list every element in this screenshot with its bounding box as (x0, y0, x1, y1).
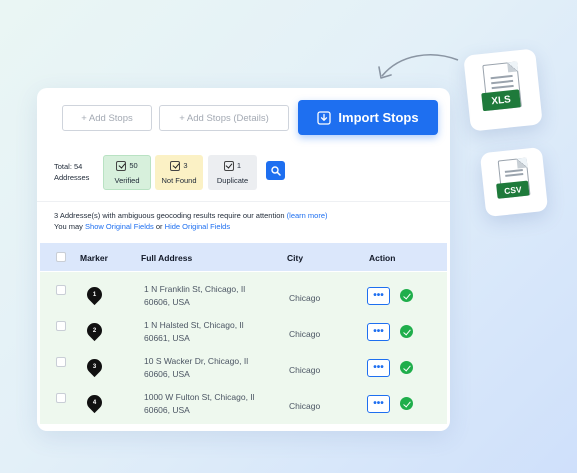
marker-pin-icon: 1 (83, 283, 106, 306)
show-original-fields-link[interactable]: Show Original Fields (85, 222, 154, 231)
marker-pin-icon: 4 (83, 391, 106, 414)
import-stops-label: Import Stops (338, 110, 419, 125)
search-icon (270, 165, 281, 176)
add-stops-details-button[interactable]: + Add Stops (Details) (159, 105, 289, 131)
duplicate-filter-chip[interactable]: 1 Duplicate (208, 155, 257, 190)
row-checkbox[interactable] (56, 357, 66, 367)
address-header: Full Address (141, 253, 193, 263)
stops-table: Marker Full Address City Action 1 1 N Fr… (37, 243, 450, 431)
marker-pin-icon: 2 (83, 319, 106, 342)
verified-label: Verified (114, 175, 140, 185)
notice-or: or (155, 222, 163, 231)
import-stops-button[interactable]: Import Stops (298, 100, 438, 135)
table-row: 2 1 N Halsted St, Chicago, Il 60661, USA … (40, 308, 447, 344)
checkbox-icon (170, 160, 181, 171)
csv-badge: CSV (496, 180, 530, 199)
more-actions-button[interactable]: ••• (367, 287, 390, 305)
verified-check-icon (400, 325, 413, 338)
action-header: Action (369, 253, 396, 263)
verified-check-icon (400, 361, 413, 374)
table-row: 4 1000 W Fulton St, Chicago, Il 60606, US… (40, 380, 447, 416)
checkbox-icon (116, 160, 127, 171)
hide-original-fields-link[interactable]: Hide Original Fields (165, 222, 230, 231)
summary-bar: Total: 54 Addresses 50 Verified 3 Not Fo… (37, 148, 450, 202)
checkbox-icon (223, 160, 234, 171)
city: Chicago (289, 401, 321, 411)
total-label-text: Addresses (54, 173, 90, 182)
toolbar: + Add Stops + Add Stops (Details) Import… (37, 88, 450, 146)
search-button[interactable] (266, 161, 285, 180)
city: Chicago (289, 365, 321, 375)
not-found-label: Not Found (161, 175, 197, 185)
marker-header: Marker (80, 253, 108, 263)
duplicate-count: 1 (236, 161, 242, 170)
total-count-text: Total: 54 (54, 162, 83, 171)
table-body: 1 1 N Franklin St, Chicago, Il 60606, USA… (40, 272, 447, 424)
not-found-count: 3 (183, 161, 188, 170)
total-addresses: Total: 54 Addresses (54, 161, 104, 183)
city-header: City (287, 253, 304, 263)
xls-badge: XLS (481, 89, 521, 112)
row-checkbox[interactable] (56, 393, 66, 403)
verified-filter-chip[interactable]: 50 Verified (103, 155, 151, 190)
row-checkbox[interactable] (56, 321, 66, 331)
curved-arrow-icon (378, 54, 459, 79)
table-row: 1 1 N Franklin St, Chicago, Il 60606, USA… (40, 272, 447, 308)
xls-file-card: XLS (463, 48, 543, 132)
table-row: 3 10 S Wacker Dr, Chicago, Il 60606, USA … (40, 344, 447, 380)
marker-pin-icon: 3 (83, 355, 106, 378)
learn-more-link[interactable]: (learn more) (287, 211, 328, 220)
geocoding-notice: 3 Addresse(s) with ambiguous geocoding r… (54, 210, 328, 232)
verified-check-icon (400, 397, 413, 410)
notice-text: 3 Addresse(s) with ambiguous geocoding r… (54, 211, 285, 220)
city: Chicago (289, 329, 321, 339)
verified-check-icon (400, 289, 413, 302)
import-icon (317, 110, 332, 125)
duplicate-label: Duplicate (216, 175, 249, 185)
verified-count: 50 (129, 161, 138, 170)
full-address: 1 N Halsted St, Chicago, Il 60661, USA (144, 320, 244, 343)
more-actions-button[interactable]: ••• (367, 323, 390, 341)
import-panel: + Add Stops + Add Stops (Details) Import… (37, 88, 450, 431)
more-actions-button[interactable]: ••• (367, 395, 390, 413)
select-all-checkbox[interactable] (56, 252, 66, 262)
csv-file-card: CSV (479, 146, 549, 218)
full-address: 1000 W Fulton St, Chicago, Il 60606, USA (144, 392, 255, 415)
add-stops-button[interactable]: + Add Stops (62, 105, 152, 131)
city: Chicago (289, 293, 321, 303)
table-header: Marker Full Address City Action (40, 243, 447, 271)
more-actions-button[interactable]: ••• (367, 359, 390, 377)
notice-prefix: You may (54, 222, 83, 231)
full-address: 1 N Franklin St, Chicago, Il 60606, USA (144, 284, 246, 307)
row-checkbox[interactable] (56, 285, 66, 295)
full-address: 10 S Wacker Dr, Chicago, Il 60606, USA (144, 356, 249, 379)
not-found-filter-chip[interactable]: 3 Not Found (155, 155, 203, 190)
